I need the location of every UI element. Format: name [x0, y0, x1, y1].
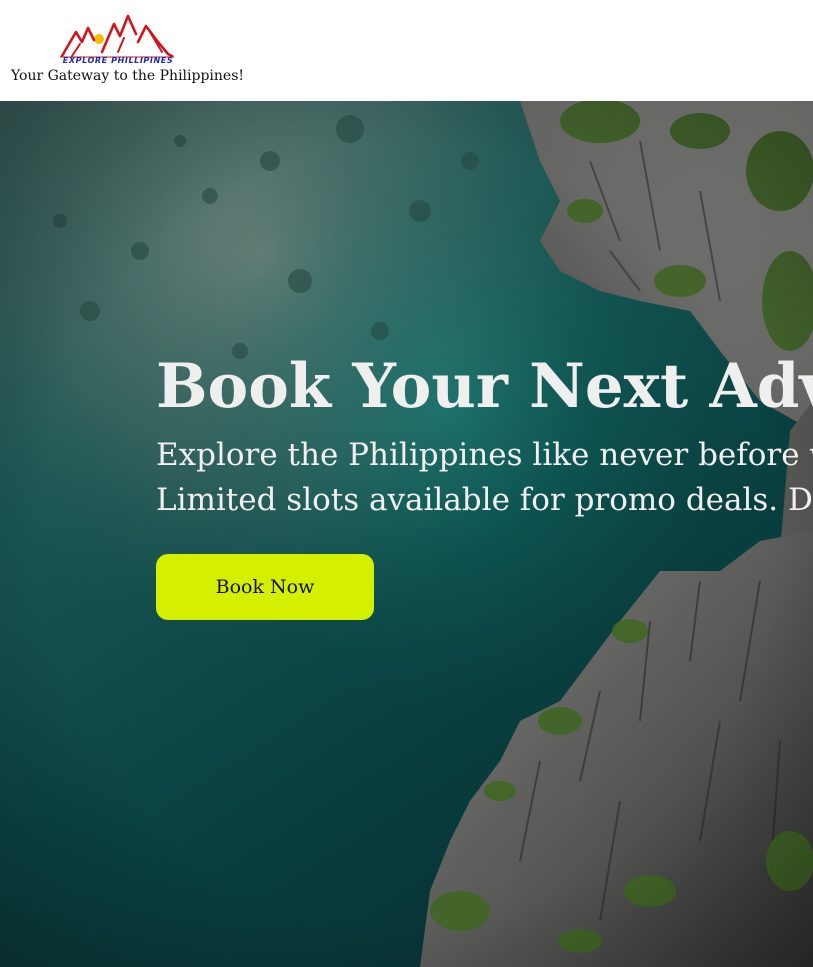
- hero-subtitle-line-2: Limited slots available for promo deals.…: [156, 482, 813, 518]
- logo-wordmark: EXPLORE PHILLIPINES: [62, 56, 174, 65]
- site-logo[interactable]: EXPLORE PHILLIPINES: [58, 12, 178, 68]
- mountains-sun-logo-icon: [60, 14, 174, 58]
- site-tagline: Your Gateway to the Philippines!: [11, 68, 245, 84]
- hero-subtitle: Explore the Philippines like never befor…: [156, 433, 813, 523]
- hero-section: Book Your Next Adv Explore the Philippin…: [0, 101, 813, 967]
- hero-content: Book Your Next Adv Explore the Philippin…: [156, 349, 813, 620]
- page: EXPLORE PHILLIPINES Your Gateway to the …: [0, 0, 813, 967]
- site-header: EXPLORE PHILLIPINES Your Gateway to the …: [0, 0, 813, 101]
- hero-title: Book Your Next Adv: [156, 351, 813, 422]
- hero-overlay: [0, 101, 813, 967]
- book-now-button[interactable]: Book Now: [156, 554, 374, 620]
- hero-subtitle-line-1: Explore the Philippines like never befor…: [156, 437, 813, 473]
